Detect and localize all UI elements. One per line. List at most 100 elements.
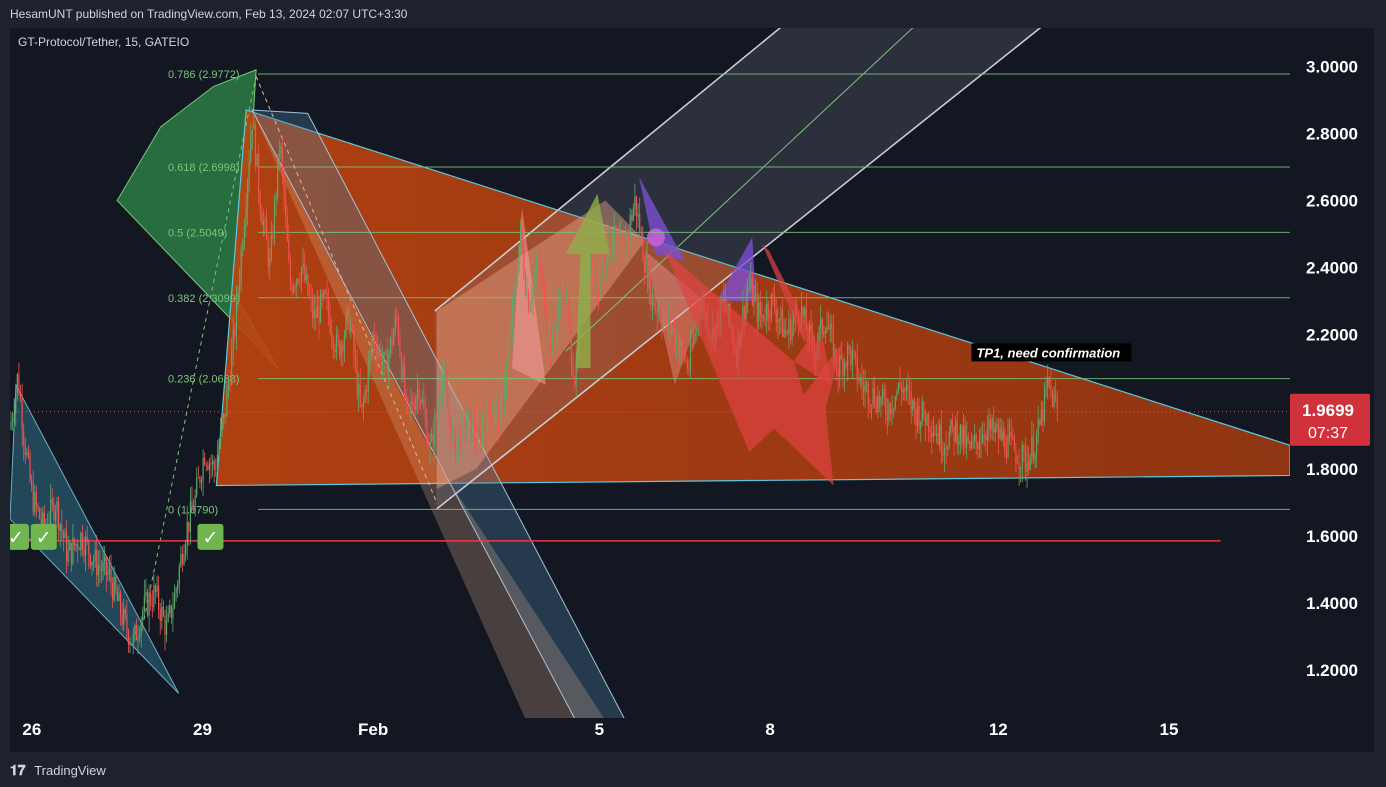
- candle-body: [272, 235, 274, 240]
- candle-body: [967, 436, 969, 441]
- candle-body: [364, 389, 366, 401]
- candle-body: [602, 255, 604, 275]
- candle-body: [305, 274, 307, 281]
- candle-body: [366, 389, 368, 392]
- candle-body: [304, 263, 306, 281]
- candle-body: [205, 464, 207, 466]
- candle-body: [810, 324, 812, 333]
- price-tick-label: 1.4000: [1306, 594, 1358, 613]
- candle-body: [354, 356, 357, 362]
- candle-body: [659, 313, 661, 322]
- candle-body: [224, 413, 226, 417]
- candle-body: [627, 232, 630, 236]
- candle-body: [210, 463, 212, 465]
- candle-body: [507, 348, 509, 363]
- candle-body: [743, 306, 746, 320]
- candle-body: [829, 324, 831, 330]
- candle-body: [154, 585, 157, 593]
- candle-body: [242, 246, 244, 250]
- candle-body: [993, 418, 995, 433]
- candle-body: [948, 432, 950, 449]
- candle-body: [1039, 420, 1041, 425]
- candle-body: [70, 542, 72, 564]
- candle-body: [1050, 385, 1052, 390]
- candle-body: [783, 329, 785, 337]
- candle-body: [99, 565, 101, 569]
- candle-body: [207, 465, 209, 470]
- candle-body: [100, 568, 103, 572]
- candle-body: [664, 311, 666, 319]
- candle-body: [337, 335, 339, 342]
- tradingview-brand[interactable]: 𝟏𝟕 TradingView: [10, 758, 106, 782]
- candle-body: [472, 423, 474, 441]
- candle-body: [1029, 455, 1031, 471]
- time-tick-label: 15: [1159, 720, 1178, 739]
- candle-body: [777, 319, 779, 323]
- candle-body: [918, 405, 920, 429]
- candle-body: [774, 295, 776, 311]
- candle-body: [286, 216, 288, 242]
- candle-body: [1026, 461, 1028, 472]
- candle-body: [140, 620, 142, 636]
- candle-body: [59, 524, 61, 531]
- candle-body: [754, 293, 757, 295]
- candle-body: [680, 340, 682, 349]
- candle-body: [970, 441, 973, 448]
- candle-body: [313, 309, 315, 319]
- candle-body: [134, 625, 136, 636]
- candle-body: [859, 377, 861, 382]
- candle-body: [265, 220, 268, 240]
- candle-body: [370, 347, 372, 353]
- candle-body: [775, 310, 777, 323]
- candle-body: [662, 318, 665, 328]
- candle-body: [408, 403, 411, 406]
- candle-body: [1001, 428, 1003, 441]
- candle-body: [316, 306, 318, 318]
- candle-body: [802, 306, 804, 317]
- candle-body: [53, 502, 55, 521]
- candle-body: [473, 423, 476, 440]
- candle-body: [666, 311, 668, 326]
- candle-body: [1013, 437, 1015, 451]
- candle-body: [404, 366, 406, 398]
- pivot-marker[interactable]: [646, 228, 665, 247]
- candle-body: [362, 400, 365, 407]
- candle-body: [158, 585, 160, 610]
- candle-body: [823, 332, 825, 335]
- candle-body: [451, 429, 453, 441]
- candle-body: [102, 561, 104, 572]
- candle-body: [558, 303, 560, 322]
- candle-body: [78, 549, 80, 551]
- candle-body: [419, 400, 422, 403]
- candle-body: [600, 272, 603, 275]
- price-chart[interactable]: 0.786 (2.9772) 0.618 (2.6998) 0.5 (2.5049)…: [10, 28, 1374, 752]
- candle-body: [1035, 434, 1038, 454]
- candle-body: [51, 499, 53, 503]
- candle-body: [413, 406, 415, 410]
- candle-body: [1004, 432, 1006, 453]
- candle-body: [397, 317, 399, 340]
- candle-body: [153, 585, 155, 607]
- chart-area[interactable]: 0.786 (2.9772) 0.618 (2.6998) 0.5 (2.5049)…: [10, 28, 1374, 752]
- candle-body: [175, 588, 177, 594]
- candle-body: [559, 303, 561, 305]
- candle-body: [434, 415, 436, 448]
- candle-body: [332, 338, 334, 349]
- candle-body: [653, 293, 655, 309]
- candle-body: [288, 241, 290, 262]
- candle-body: [42, 512, 44, 525]
- candle-body: [499, 403, 501, 428]
- candle-body: [780, 309, 782, 320]
- candle-body: [888, 403, 890, 421]
- candle-body: [148, 594, 150, 616]
- candle-body: [634, 196, 636, 209]
- candle-body: [912, 399, 914, 410]
- candle-body: [450, 418, 452, 441]
- candle-body: [386, 351, 388, 374]
- candle-body: [113, 576, 115, 601]
- candle-body: [524, 275, 526, 294]
- candle-body: [115, 576, 117, 592]
- candle-body: [613, 225, 615, 245]
- candle-body: [875, 405, 877, 412]
- candle-body: [640, 233, 642, 235]
